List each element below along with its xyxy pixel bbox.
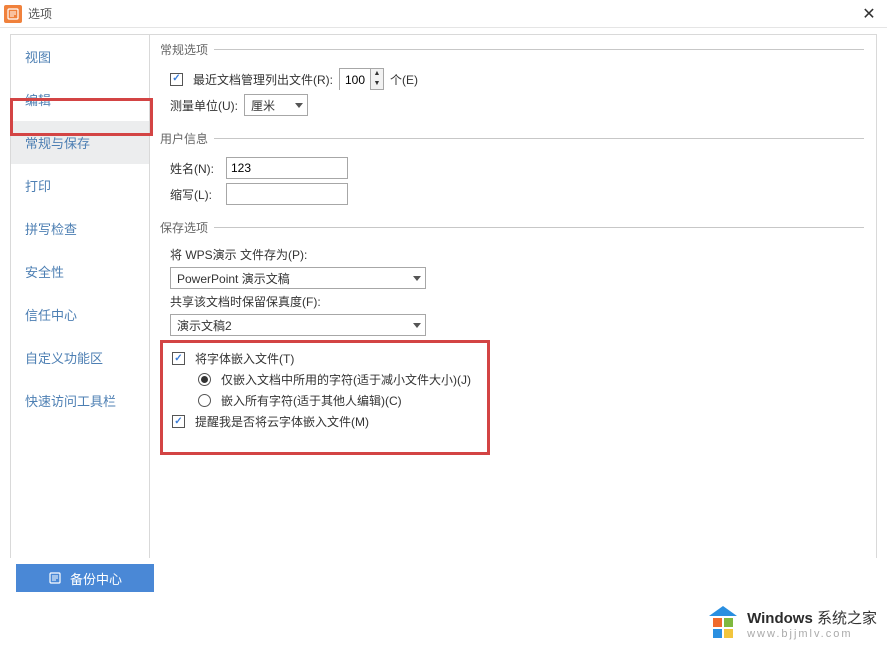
remind-cloud-font-checkbox[interactable]: [172, 415, 185, 428]
embed-fonts-label: 将字体嵌入文件(T): [195, 350, 294, 367]
watermark: Windows 系统之家 www.bjjmlv.com: [705, 606, 877, 640]
unit-value: 厘米: [251, 97, 275, 114]
embed-used-chars-radio[interactable]: [198, 373, 211, 386]
sidebar-item-print[interactable]: 打印: [11, 164, 149, 207]
chevron-down-icon: [413, 276, 421, 281]
share-value: 演示文稿2: [177, 317, 232, 334]
sidebar: 视图 编辑 常规与保存 打印 拼写检查 安全性 信任中心 自定义功能区 快速访问…: [10, 34, 150, 558]
format-select[interactable]: PowerPoint 演示文稿: [170, 267, 426, 289]
user-info-group: 用户信息 姓名(N): 缩写(L):: [160, 130, 864, 211]
sidebar-item-general-save[interactable]: 常规与保存: [11, 121, 149, 164]
recent-docs-checkbox[interactable]: [170, 73, 183, 86]
titlebar: 选项 ✕: [0, 0, 887, 28]
recent-docs-label: 最近文档管理列出文件(R):: [193, 71, 333, 88]
window-title: 选项: [28, 5, 52, 22]
content-panel: 常规选项 最近文档管理列出文件(R): ▲ ▼ 个(E) 测量单位(U): 厘米: [150, 34, 877, 558]
recent-docs-value[interactable]: [340, 69, 370, 91]
close-button[interactable]: ✕: [859, 4, 879, 24]
chevron-down-icon: [413, 323, 421, 328]
recent-docs-spinner[interactable]: ▲ ▼: [339, 68, 384, 90]
abbr-input[interactable]: [226, 183, 348, 205]
abbr-label: 缩写(L):: [170, 186, 220, 203]
name-label: 姓名(N):: [170, 160, 220, 177]
sidebar-item-trust[interactable]: 信任中心: [11, 293, 149, 336]
watermark-text: Windows 系统之家: [747, 607, 877, 628]
sidebar-item-view[interactable]: 视图: [11, 35, 149, 78]
user-legend: 用户信息: [160, 130, 214, 147]
embed-fonts-block: 将字体嵌入文件(T) 仅嵌入文档中所用的字符(适于减小文件大小)(J) 嵌入所有…: [160, 340, 864, 440]
sidebar-item-spellcheck[interactable]: 拼写检查: [11, 207, 149, 250]
format-value: PowerPoint 演示文稿: [177, 270, 290, 287]
backup-center-button[interactable]: 备份中心: [16, 564, 154, 592]
share-select[interactable]: 演示文稿2: [170, 314, 426, 336]
backup-icon: [48, 571, 62, 585]
spinner-up[interactable]: ▲: [371, 69, 383, 79]
format-label: 将 WPS演示 文件存为(P):: [170, 246, 307, 263]
embed-used-chars-label: 仅嵌入文档中所用的字符(适于减小文件大小)(J): [221, 371, 471, 388]
spinner-down[interactable]: ▼: [371, 79, 383, 89]
sidebar-item-customize-ribbon[interactable]: 自定义功能区: [11, 336, 149, 379]
embed-fonts-checkbox[interactable]: [172, 352, 185, 365]
sidebar-item-security[interactable]: 安全性: [11, 250, 149, 293]
windows-logo-icon: [705, 606, 741, 640]
save-options-group: 保存选项 将 WPS演示 文件存为(P): PowerPoint 演示文稿 共享…: [160, 219, 864, 442]
unit-select[interactable]: 厘米: [244, 94, 308, 116]
save-legend: 保存选项: [160, 219, 214, 236]
app-icon: [4, 5, 22, 23]
sidebar-item-quick-access[interactable]: 快速访问工具栏: [11, 379, 149, 422]
backup-label: 备份中心: [70, 569, 122, 588]
embed-all-chars-radio[interactable]: [198, 394, 211, 407]
sidebar-item-edit[interactable]: 编辑: [11, 78, 149, 121]
recent-docs-suffix: 个(E): [390, 71, 418, 88]
share-label: 共享该文档时保留保真度(F):: [170, 293, 321, 310]
general-options-group: 常规选项 最近文档管理列出文件(R): ▲ ▼ 个(E) 测量单位(U): 厘米: [160, 41, 864, 122]
embed-all-chars-label: 嵌入所有字符(适于其他人编辑)(C): [221, 392, 402, 409]
chevron-down-icon: [295, 103, 303, 108]
general-legend: 常规选项: [160, 41, 214, 58]
name-input[interactable]: [226, 157, 348, 179]
unit-label: 测量单位(U):: [170, 97, 238, 114]
remind-cloud-font-label: 提醒我是否将云字体嵌入文件(M): [195, 413, 369, 430]
watermark-url: www.bjjmlv.com: [747, 628, 877, 640]
